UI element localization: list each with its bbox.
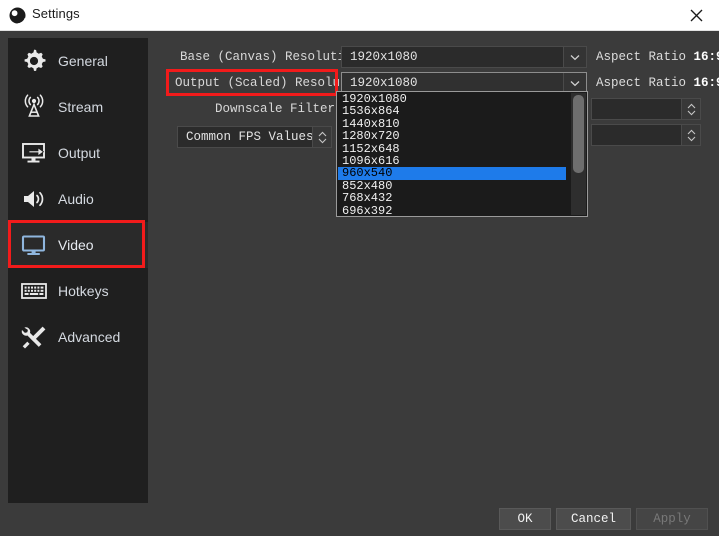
close-icon[interactable] xyxy=(673,0,719,30)
dropdown-option[interactable]: 1536x864 xyxy=(338,105,566,118)
dropdown-option[interactable]: 768x432 xyxy=(338,192,566,205)
sidebar-item-label: Output xyxy=(58,145,101,161)
dropdown-option-list[interactable]: 1920x1080 1536x864 1440x810 1280x720 1152x64… xyxy=(338,93,566,216)
tools-icon xyxy=(14,320,54,354)
settings-window: Settings General Stream Output Audio Vid… xyxy=(0,0,719,536)
output-resolution-value: 1920x1080 xyxy=(350,76,418,90)
fps-type-combobox[interactable]: Common FPS Values xyxy=(177,126,332,148)
output-aspect-label: Aspect Ratio xyxy=(596,76,687,90)
keyboard-icon xyxy=(14,274,54,308)
dropdown-option[interactable]: 960x540 xyxy=(338,167,566,180)
spinner-updown-icon[interactable] xyxy=(312,127,331,147)
base-resolution-value: 1920x1080 xyxy=(350,50,418,64)
spinner-updown-icon[interactable] xyxy=(681,125,700,145)
sidebar-item-output[interactable]: Output xyxy=(8,130,148,176)
downscale-filter-combobox[interactable] xyxy=(591,98,701,120)
sidebar-item-label: Video xyxy=(58,237,94,253)
base-resolution-label: Base (Canvas) Resolution xyxy=(180,50,361,64)
sidebar-item-label: Advanced xyxy=(58,329,121,345)
title-bar: Settings xyxy=(0,0,719,31)
broadcast-icon xyxy=(14,90,54,124)
output-aspect-value: 16:9 xyxy=(693,76,719,90)
obs-logo-icon xyxy=(9,7,26,25)
fps-type-value: Common FPS Values xyxy=(186,130,312,144)
output-resolution-dropdown-popup[interactable]: 1920x1080 1536x864 1440x810 1280x720 1152x64… xyxy=(336,91,588,217)
sidebar-item-stream[interactable]: Stream xyxy=(8,84,148,130)
speaker-icon xyxy=(14,182,54,216)
settings-sidebar: General Stream Output Audio Video Hotkey… xyxy=(8,38,148,503)
fps-value-combobox[interactable] xyxy=(591,124,701,146)
sidebar-item-advanced[interactable]: Advanced xyxy=(8,314,148,360)
monitor-icon xyxy=(14,228,54,262)
dropdown-scrollbar-thumb[interactable] xyxy=(573,95,584,173)
ok-button[interactable]: OK xyxy=(499,508,551,530)
dropdown-option[interactable]: 696x392 xyxy=(338,204,566,216)
dropdown-scrollbar[interactable] xyxy=(571,93,586,215)
spinner-updown-icon[interactable] xyxy=(681,99,700,119)
sidebar-item-general[interactable]: General xyxy=(8,38,148,84)
base-resolution-combobox[interactable]: 1920x1080 xyxy=(341,46,587,68)
base-aspect-label: Aspect Ratio xyxy=(596,50,687,64)
downscale-filter-label: Downscale Filter xyxy=(214,102,335,116)
sidebar-item-label: Hotkeys xyxy=(58,283,109,299)
chevron-down-icon[interactable] xyxy=(563,47,586,67)
cancel-button[interactable]: Cancel xyxy=(556,508,631,530)
gear-icon xyxy=(14,44,54,78)
chevron-down-icon[interactable] xyxy=(563,73,586,93)
sidebar-item-audio[interactable]: Audio xyxy=(8,176,148,222)
output-resolution-label: Output (Scaled) Resolution xyxy=(175,76,371,90)
sidebar-item-label: Stream xyxy=(58,99,104,115)
sidebar-item-video[interactable]: Video xyxy=(8,222,148,268)
base-aspect-value: 16:9 xyxy=(693,50,719,64)
window-title: Settings xyxy=(32,6,80,21)
sidebar-item-hotkeys[interactable]: Hotkeys xyxy=(8,268,148,314)
output-aspect-ratio: Aspect Ratio 16:9 xyxy=(596,76,719,90)
output-monitor-icon xyxy=(14,136,54,170)
apply-button: Apply xyxy=(636,508,708,530)
sidebar-item-label: General xyxy=(58,53,108,69)
sidebar-item-label: Audio xyxy=(58,191,94,207)
base-aspect-ratio: Aspect Ratio 16:9 xyxy=(596,50,719,64)
dropdown-option[interactable]: 1280x720 xyxy=(338,130,566,143)
